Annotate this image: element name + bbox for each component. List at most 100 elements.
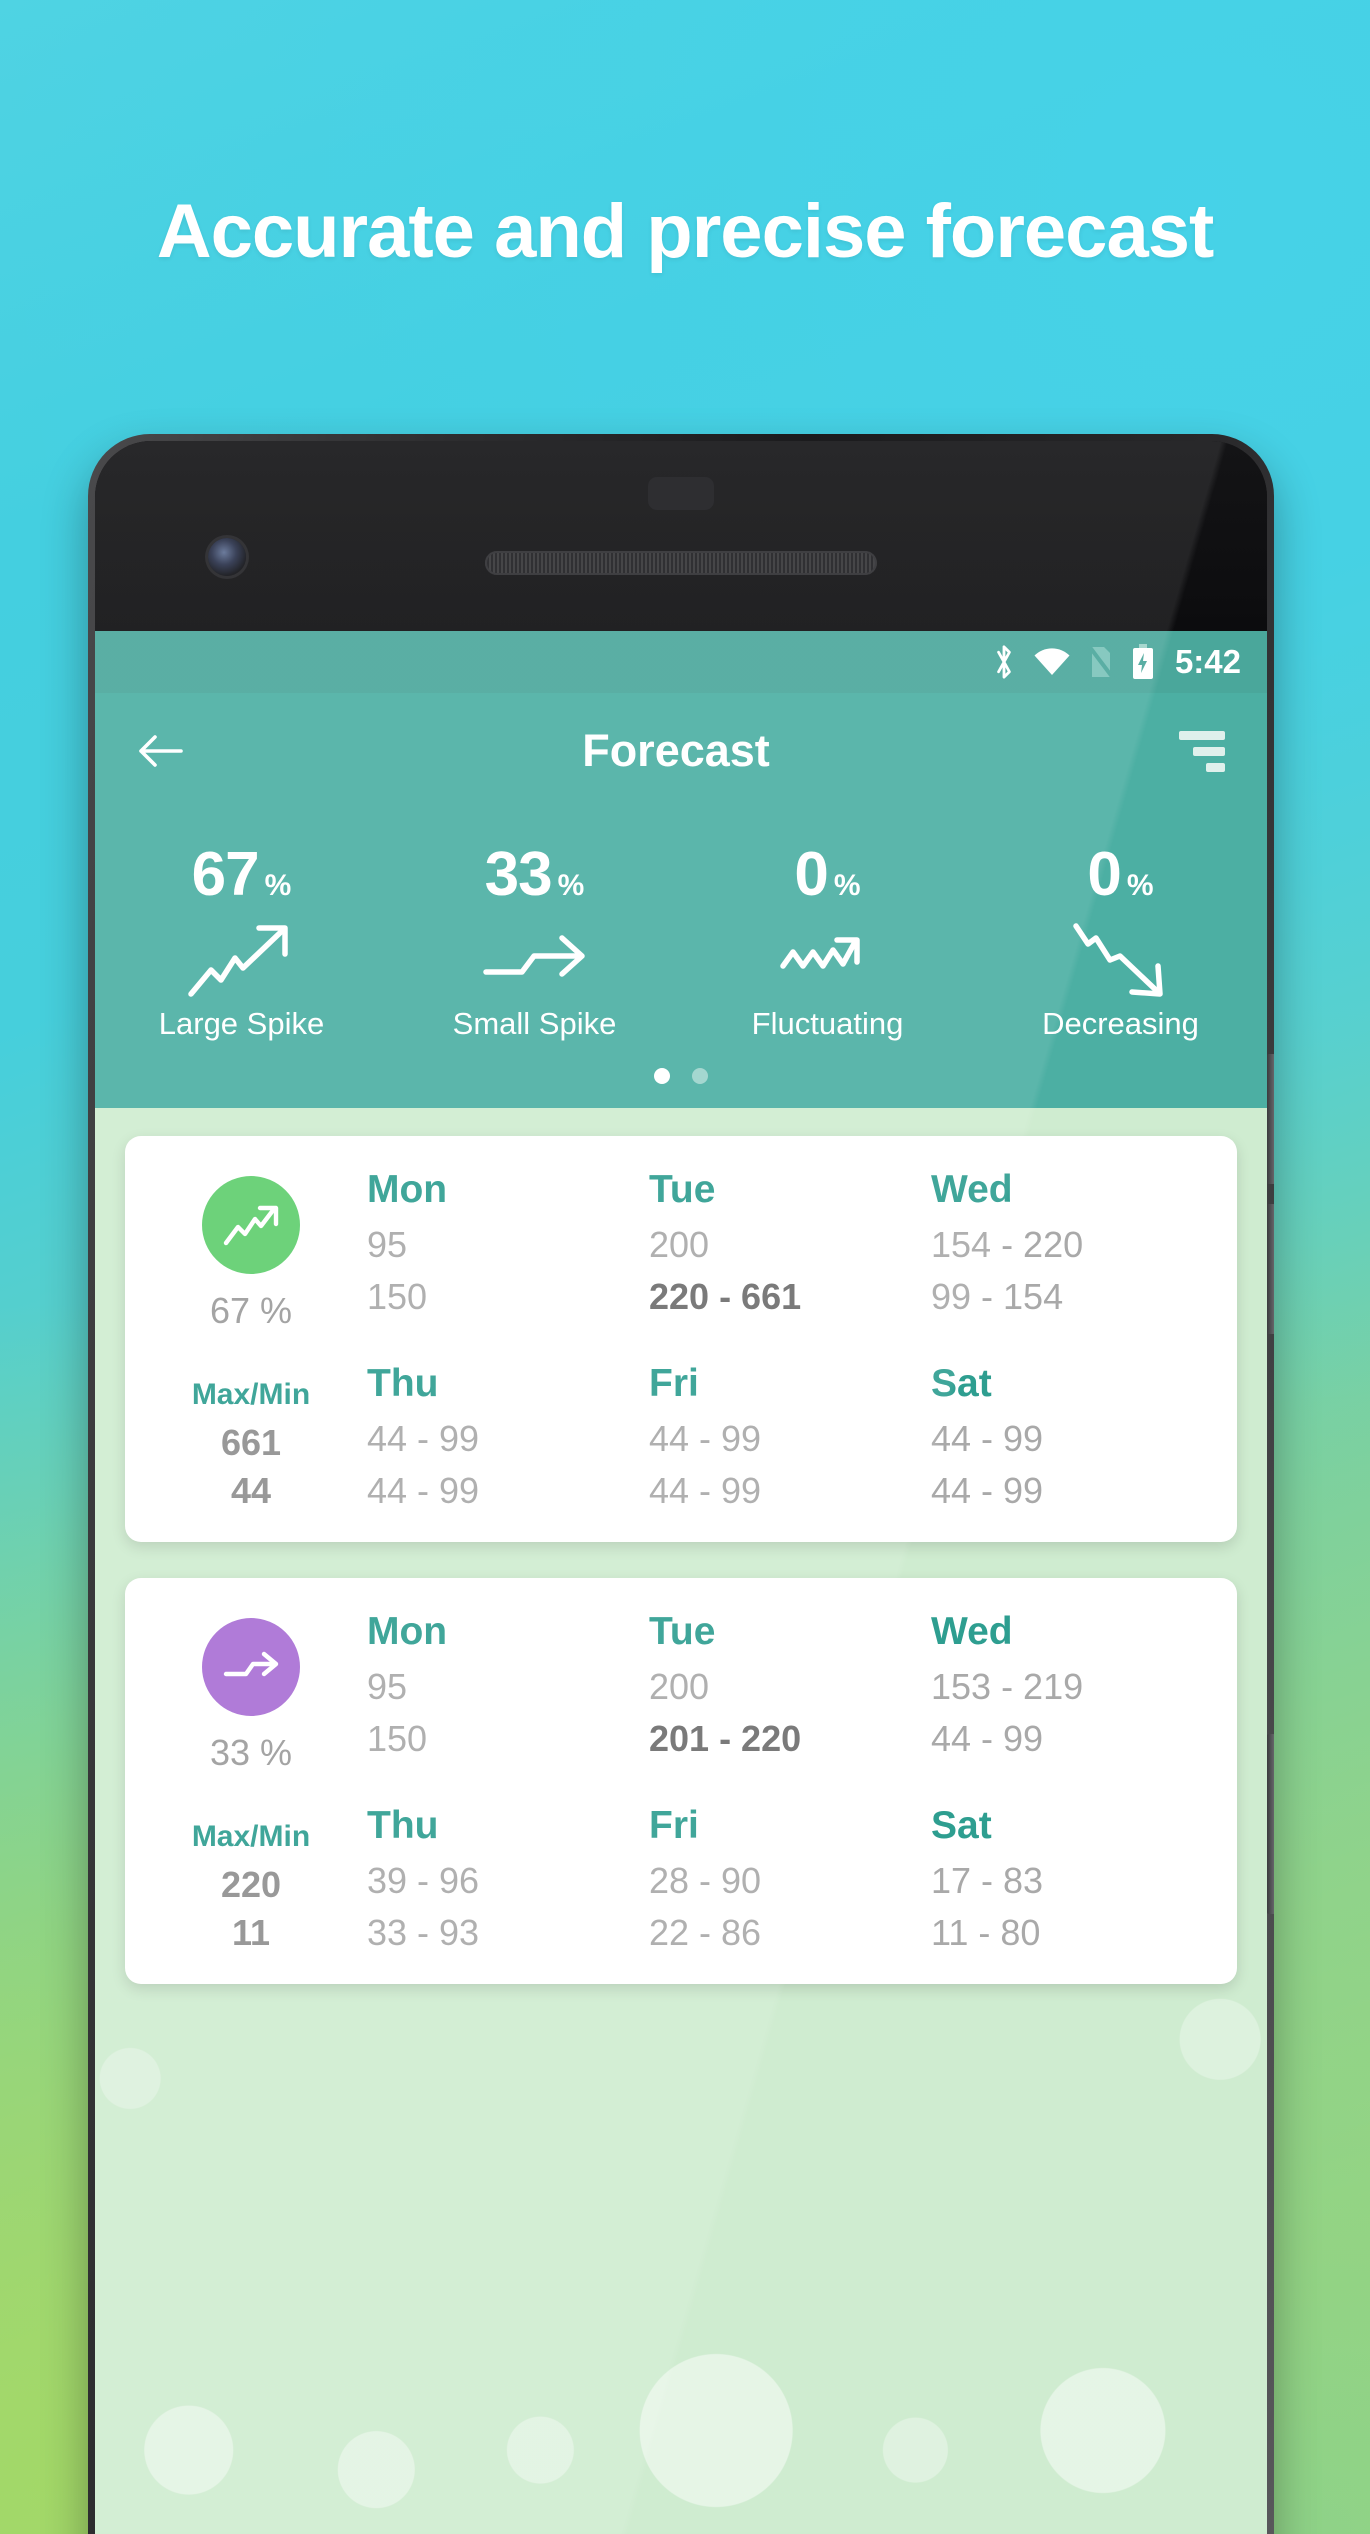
forecast-card-list: 67 % Max/Min 661 44 Mon 95 150 Tue 200 2… <box>95 1108 1267 1984</box>
card-min-value: 11 <box>231 1912 271 1953</box>
summary-percent-value: 0 <box>1087 840 1121 909</box>
volume-up-button[interactable] <box>1267 1054 1274 1184</box>
summary-percent-symbol: % <box>557 869 585 902</box>
summary-percent-value: 33 <box>484 840 553 909</box>
day-block-fri: Fri 44 - 99 44 - 99 <box>649 1362 931 1512</box>
fluctuating-icon <box>681 916 974 1004</box>
day-name: Mon <box>367 1168 448 1211</box>
card-summary-column: 67 % Max/Min 661 44 <box>149 1162 353 1512</box>
status-bar: 5:42 <box>95 631 1267 693</box>
app-bar: Forecast <box>95 693 1267 809</box>
card-days-grid: Mon 95 150 Tue 200 220 - 661 Wed 154 - 2… <box>353 1162 1213 1512</box>
summary-percent: 0 % <box>681 839 974 910</box>
bluetooth-icon <box>991 644 1017 680</box>
day-block-thu: Thu 39 - 96 33 - 93 <box>367 1804 649 1954</box>
day-value-1: 95 <box>367 1666 408 1707</box>
pager-dots <box>95 1042 1267 1108</box>
summary-item-label: Large Spike <box>158 1006 325 1041</box>
page-title: Forecast <box>582 725 770 776</box>
sort-bar-1 <box>1179 730 1225 740</box>
day-value-2: 150 <box>367 1276 428 1317</box>
front-camera-icon <box>208 538 246 576</box>
summary-percent-value: 67 <box>191 840 260 909</box>
day-name: Tue <box>649 1610 716 1653</box>
no-sim-icon <box>1087 645 1115 679</box>
summary-percent: 33 % <box>388 839 681 910</box>
day-block-thu: Thu 44 - 99 44 - 99 <box>367 1362 649 1512</box>
power-button[interactable] <box>1267 1734 1274 1914</box>
volume-down-button[interactable] <box>1267 1204 1274 1334</box>
summary-percent: 0 % <box>974 839 1267 910</box>
forecast-card[interactable]: 67 % Max/Min 661 44 Mon 95 150 Tue 200 2… <box>125 1136 1237 1542</box>
summary-item-decreasing[interactable]: 0 % Decreasing <box>974 839 1267 1042</box>
sort-icon[interactable] <box>1179 730 1225 772</box>
day-name: Mon <box>367 1610 448 1653</box>
day-block-wed: Wed 154 - 220 99 - 154 <box>931 1168 1213 1318</box>
card-percent: 33 % <box>209 1732 293 1773</box>
pager-dot-1[interactable] <box>654 1068 670 1084</box>
day-value-1: 44 - 99 <box>931 1418 1044 1459</box>
summary-item-label: Fluctuating <box>751 1006 904 1041</box>
day-value-1: 200 <box>649 1224 710 1265</box>
sort-bar-2 <box>1193 746 1225 756</box>
decreasing-icon <box>974 916 1267 1004</box>
large-spike-icon <box>95 916 388 1004</box>
day-name: Fri <box>649 1804 699 1847</box>
day-value-1: 44 - 99 <box>649 1418 762 1459</box>
earpiece-speaker-icon <box>485 551 877 575</box>
card-max-value: 661 <box>220 1422 282 1463</box>
day-name: Thu <box>367 1362 439 1405</box>
day-name: Sat <box>931 1362 992 1405</box>
day-value-2: 33 - 93 <box>367 1912 480 1953</box>
wifi-icon <box>1033 647 1071 677</box>
summary-percent-symbol: % <box>264 869 292 902</box>
day-name: Wed <box>931 1168 1013 1211</box>
forecast-card[interactable]: 33 % Max/Min 220 11 Mon 95 150 Tue 200 2… <box>125 1578 1237 1984</box>
phone-top-bezel <box>95 441 1267 631</box>
day-value-2: 150 <box>367 1718 428 1759</box>
status-bar-clock: 5:42 <box>1174 643 1241 680</box>
pager-dot-2[interactable] <box>692 1068 708 1084</box>
day-value-1: 200 <box>649 1666 710 1707</box>
promo-headline: Accurate and precise forecast <box>156 189 1215 274</box>
card-maxmin-label: Max/Min <box>191 1378 311 1411</box>
summary-percent-value: 0 <box>794 840 828 909</box>
summary-item-large-spike[interactable]: 67 % Large Spike <box>95 839 388 1042</box>
day-block-fri: Fri 28 - 90 22 - 86 <box>649 1804 931 1954</box>
card-min-value: 44 <box>230 1470 272 1511</box>
summary-item-fluctuating[interactable]: 0 % Fluctuating <box>681 839 974 1042</box>
day-name: Thu <box>367 1804 439 1847</box>
phone-mockup: 5:42 Forecast 67 % Large Spike 33 % Smal… <box>88 434 1274 2534</box>
day-name: Fri <box>649 1362 699 1405</box>
day-block-tue: Tue 200 201 - 220 <box>649 1610 931 1760</box>
day-value-1: 154 - 220 <box>931 1224 1084 1265</box>
day-value-1: 95 <box>367 1224 408 1265</box>
forecast-summary-row: 67 % Large Spike 33 % Small Spike 0 % Fl… <box>95 839 1267 1042</box>
day-block-tue: Tue 200 220 - 661 <box>649 1168 931 1318</box>
day-value-2: 22 - 86 <box>649 1912 762 1953</box>
summary-item-label: Small Spike <box>452 1006 617 1041</box>
day-value-1: 153 - 219 <box>931 1666 1084 1707</box>
card-percent: 67 % <box>209 1290 293 1331</box>
day-name: Wed <box>931 1610 1013 1653</box>
day-name: Sat <box>931 1804 992 1847</box>
large-spike-icon <box>202 1176 300 1274</box>
day-block-mon: Mon 95 150 <box>367 1610 649 1760</box>
small-spike-icon <box>388 916 681 1004</box>
day-value-2: 44 - 99 <box>649 1470 762 1511</box>
day-value-1: 39 - 96 <box>367 1860 480 1901</box>
battery-charging-icon <box>1131 644 1155 680</box>
summary-percent-symbol: % <box>1126 869 1154 902</box>
summary-percent-symbol: % <box>833 869 861 902</box>
card-maxmin-label: Max/Min <box>191 1820 311 1853</box>
summary-percent: 67 % <box>95 839 388 910</box>
day-block-sat: Sat 17 - 83 11 - 80 <box>931 1804 1213 1954</box>
summary-item-small-spike[interactable]: 33 % Small Spike <box>388 839 681 1042</box>
summary-item-label: Decreasing <box>1042 1006 1199 1041</box>
day-value-2: 201 - 220 <box>649 1718 802 1759</box>
app-screen: 5:42 Forecast 67 % Large Spike 33 % Smal… <box>95 631 1267 2534</box>
card-summary-column: 33 % Max/Min 220 11 <box>149 1604 353 1954</box>
day-value-1: 17 - 83 <box>931 1860 1044 1901</box>
card-max-value: 220 <box>220 1864 282 1905</box>
sort-bar-3 <box>1206 762 1225 772</box>
